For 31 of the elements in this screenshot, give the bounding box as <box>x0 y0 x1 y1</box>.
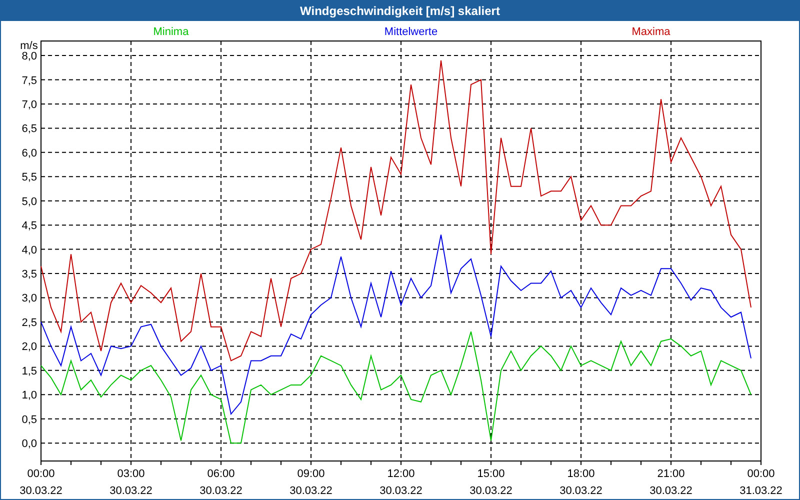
x-tick-label: 12:00 30.03.22 <box>380 468 422 497</box>
legend-label: Mittelwerte <box>384 26 438 38</box>
x-tick-label: 18:00 30.03.22 <box>560 468 602 497</box>
y-tick-label: 8,0 <box>22 50 37 63</box>
y-tick-label: 6,5 <box>22 123 37 136</box>
y-tick-label: 2,5 <box>22 316 37 329</box>
x-tick-label: 06:00 30.03.22 <box>200 468 242 497</box>
x-tick-label: 00:00 30.03.22 <box>20 468 62 497</box>
y-tick-label: 0,5 <box>22 414 37 426</box>
y-tick-label: 1,0 <box>22 390 37 402</box>
y-axis-unit: m/s <box>20 40 38 52</box>
x-tick-label: 15:00 30.03.22 <box>470 468 512 497</box>
y-tick-label: 7,5 <box>22 74 37 87</box>
y-tick-label: 6,0 <box>22 147 37 160</box>
y-tick-label: 7,0 <box>22 98 37 111</box>
y-tick-label: 4,0 <box>22 244 37 256</box>
legend-label: Maxima <box>632 26 670 38</box>
y-tick-label: 4,5 <box>22 220 37 232</box>
y-tick-label: 0,0 <box>22 438 37 450</box>
x-tick-label: 00:00 31.03.22 <box>740 468 782 497</box>
y-tick-label: 5,5 <box>22 172 37 184</box>
y-tick-label: 1,5 <box>22 365 37 378</box>
y-tick-label: 3,5 <box>22 268 37 281</box>
y-tick-label: 3,0 <box>22 292 37 305</box>
x-tick-label: 09:00 30.03.22 <box>290 468 332 497</box>
y-tick-label: 5,0 <box>22 196 37 208</box>
x-tick-label: 03:00 30.03.22 <box>110 468 152 497</box>
chart-title: Windgeschwindigkeit [m/s] skaliert <box>300 3 500 20</box>
x-tick-label: 21:00 30.03.22 <box>650 468 692 497</box>
legend-label: Minima <box>153 26 189 38</box>
y-tick-label: 2,0 <box>22 341 37 354</box>
